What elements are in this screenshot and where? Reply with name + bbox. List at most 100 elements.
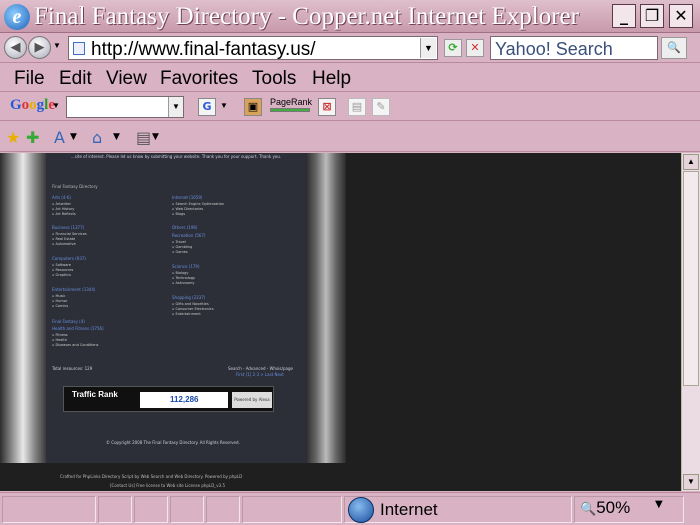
page-menu-icon[interactable]: ▤ — [136, 128, 151, 147]
category-internet[interactable]: Internet (1659) — [172, 195, 202, 200]
subcategory[interactable]: ▫ Gifts and Novelties — [172, 302, 209, 306]
highlight-icon[interactable]: ✎ — [372, 98, 390, 116]
subcategory[interactable]: ▫ Travel — [172, 240, 186, 244]
history-dropdown-icon[interactable]: ▼ — [53, 41, 61, 50]
vertical-scrollbar[interactable]: ▲ ▼ — [681, 153, 700, 491]
scroll-down-icon[interactable]: ▼ — [683, 474, 699, 490]
copyright-text: © Copyright 2008 The Final Fantasy Direc… — [106, 440, 240, 445]
status-cell — [206, 496, 240, 523]
category-shopping[interactable]: Shopping (2337) — [172, 295, 205, 300]
category-health[interactable]: Health and Fitness (1756) — [52, 326, 104, 331]
zoom-value: 50% — [596, 498, 631, 517]
favorites-star-icon[interactable]: ★ — [6, 128, 20, 147]
subcategory[interactable]: ▫ Diseases and Conditions — [52, 343, 98, 347]
search-options-dropdown-icon[interactable]: ▼ — [220, 101, 228, 110]
google-logo[interactable]: Google — [10, 97, 55, 114]
menu-tools[interactable]: Tools — [252, 68, 296, 90]
subcategory[interactable]: ▫ Comics — [52, 304, 68, 308]
page-dropdown-icon[interactable]: ▼ — [152, 132, 159, 142]
subcategory[interactable]: ▫ Software — [52, 263, 71, 267]
menu-edit[interactable]: Edit — [59, 68, 92, 90]
search-links[interactable]: Search - Advanced - Whois/page — [228, 366, 293, 371]
security-zone: Internet — [380, 500, 438, 519]
menu-favorites[interactable]: Favorites — [160, 68, 238, 90]
subcategory[interactable]: ▫ Gambling — [172, 245, 192, 249]
zoom-level[interactable]: 🔍50% — [580, 498, 630, 518]
subcategory[interactable]: ▫ Art History — [52, 207, 74, 211]
category-business[interactable]: Business (1377) — [52, 225, 84, 230]
refresh-icon[interactable]: ⟳ — [444, 39, 462, 57]
pagerank-indicator[interactable]: PageRank — [270, 97, 312, 112]
category-arts[interactable]: Arts (4-6) — [52, 195, 71, 200]
subcategory[interactable]: ▫ Entertainment — [172, 312, 201, 316]
category-final-fantasy[interactable]: Final Fantasy (4) — [52, 319, 85, 324]
url-dropdown-icon[interactable]: ▼ — [420, 38, 436, 58]
menu-file[interactable]: File — [14, 68, 45, 90]
add-favorite-icon[interactable]: ✚ — [26, 128, 39, 147]
window-title: Final Fantasy Directory - Copper.net Int… — [34, 3, 579, 30]
subcategory[interactable]: ▫ Resources — [52, 268, 73, 272]
pagerank-label: PageRank — [270, 97, 313, 107]
page-info-icon[interactable]: ▤ — [348, 98, 366, 116]
subcategory[interactable]: ▫ Artwriter — [52, 202, 71, 206]
home-dropdown-icon[interactable]: ▼ — [113, 132, 120, 142]
forward-button[interactable]: ▶ — [28, 36, 51, 59]
zoom-icon: 🔍 — [580, 501, 597, 516]
zoom-dropdown-icon[interactable]: ▼ — [655, 499, 663, 510]
google-dropdown-icon[interactable]: ▼ — [52, 101, 60, 110]
traffic-rank-label: Traffic Rank — [72, 390, 118, 399]
subcategory[interactable]: ▫ Financial Services — [52, 232, 87, 236]
subcategory[interactable]: ▫ Health — [52, 338, 67, 342]
menu-view[interactable]: View — [106, 68, 147, 90]
subcategory[interactable]: ▫ Technology — [172, 276, 195, 280]
subcategory[interactable]: ▫ Games — [172, 250, 188, 254]
subcategory[interactable]: ▫ Graphics — [52, 273, 71, 277]
minimize-button[interactable]: _ — [612, 4, 636, 28]
right-pillar — [306, 153, 346, 463]
subcategory[interactable]: ▫ Real Estate — [52, 237, 75, 241]
subcategory[interactable]: ▫ Blogs — [172, 212, 185, 216]
traffic-rank-widget[interactable]: Traffic Rank 112,286 Powered by Alexa — [63, 386, 274, 412]
back-button[interactable]: ◀ — [4, 36, 27, 59]
subcategory[interactable]: ▫ Fitness — [52, 333, 68, 337]
search-icon[interactable]: 🔍 — [661, 37, 687, 59]
feeds-dropdown-icon[interactable]: ▼ — [70, 132, 77, 142]
feeds-icon[interactable]: A — [54, 128, 65, 147]
credits-text: Crafted for PhpLinks Directory Script by… — [60, 474, 243, 479]
directory-panel: ...site of interest. Please let us know … — [46, 153, 306, 463]
category-science[interactable]: Science (179) — [172, 264, 200, 269]
category-computers[interactable]: Computers (937) — [52, 256, 86, 261]
globe-icon — [348, 497, 374, 523]
popup-blocker-icon[interactable]: ▣ — [244, 98, 262, 116]
home-icon[interactable]: ⌂ — [92, 128, 102, 147]
subcategory[interactable]: ▫ Music — [52, 294, 65, 298]
category-entertainment[interactable]: Entertainment (1344) — [52, 287, 95, 292]
status-text-cell — [2, 496, 96, 523]
options-icon[interactable]: ⊠ — [318, 98, 336, 116]
subcategory[interactable]: ▫ Astronomy — [172, 281, 194, 285]
google-search-icon[interactable]: G — [198, 98, 216, 116]
google-search-field[interactable]: ▼ — [66, 96, 184, 118]
yahoo-search-field[interactable]: Yahoo! Search — [490, 36, 658, 60]
subcategory[interactable]: ▫ Humor — [52, 299, 67, 303]
close-button[interactable]: ✕ — [669, 4, 693, 28]
pagination[interactable]: First [1] 2 3 > Last Next — [236, 372, 284, 377]
subcategory[interactable]: ▫ Biology — [172, 271, 188, 275]
category-recreation[interactable]: Recreation (567) — [172, 233, 205, 238]
scroll-thumb[interactable] — [683, 171, 699, 386]
subcategory[interactable]: ▫ Web Directories — [172, 207, 203, 211]
subcategory[interactable]: ▫ Automotive — [52, 242, 76, 246]
subcategory[interactable]: ▫ Search Engine Optimization — [172, 202, 224, 206]
stop-icon[interactable]: ✕ — [466, 39, 484, 57]
subcategory[interactable]: ▫ Art Reflects — [52, 212, 76, 216]
web-content: ...site of interest. Please let us know … — [0, 153, 681, 491]
url-field[interactable]: http://www.final-fantasy.us/ ▼ — [68, 36, 438, 60]
maximize-button[interactable]: ❐ — [640, 4, 664, 28]
google-search-dropdown-icon[interactable]: ▼ — [168, 97, 183, 117]
status-cell — [242, 496, 342, 523]
category-others[interactable]: Others (196) — [172, 225, 197, 230]
subcategory[interactable]: ▫ Consumer Electronics — [172, 307, 214, 311]
menu-help[interactable]: Help — [312, 68, 351, 90]
scroll-up-icon[interactable]: ▲ — [683, 154, 699, 170]
status-cell — [98, 496, 132, 523]
